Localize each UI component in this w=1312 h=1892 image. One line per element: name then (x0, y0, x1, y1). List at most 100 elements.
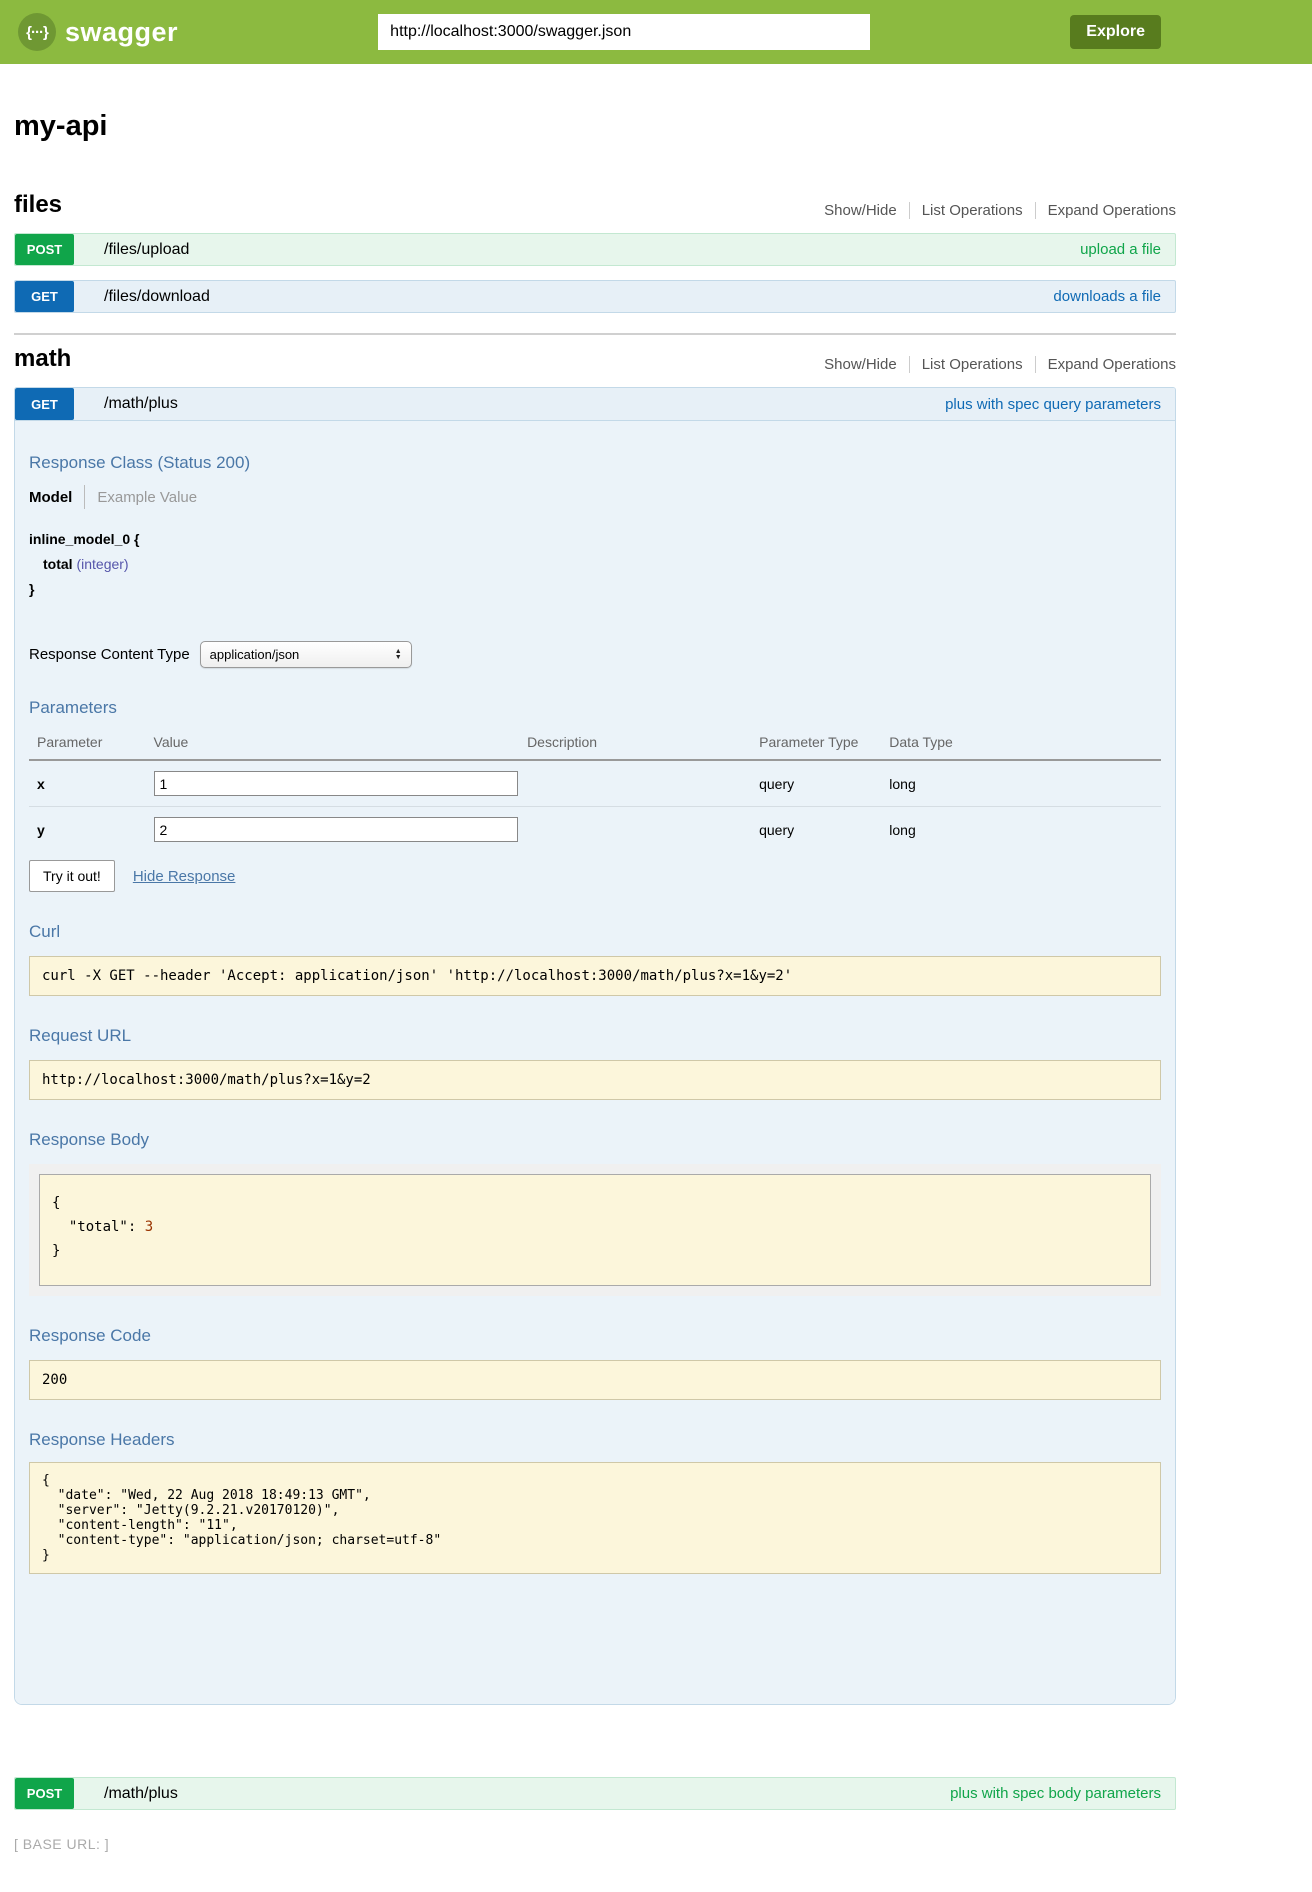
parameter-description (527, 807, 759, 849)
operation-summary-link[interactable]: upload a file (1080, 241, 1161, 258)
column-header: Data Type (889, 728, 1161, 760)
expand-operations-link[interactable]: Expand Operations (1035, 356, 1176, 373)
list-operations-link[interactable]: List Operations (909, 356, 1023, 373)
operation-detail-panel: Response Class (Status 200) Model Exampl… (15, 421, 1175, 1704)
spec-url-input[interactable] (379, 15, 869, 49)
operation-row-post-math-plus[interactable]: POST /math/plus plus with spec body para… (14, 1777, 1176, 1810)
headers-line: "date": "Wed, 22 Aug 2018 18:49:13 GMT", (42, 1488, 1148, 1503)
parameter-row-y: y query long (29, 807, 1161, 849)
curl-heading: Curl (29, 922, 1161, 942)
operation-path-link[interactable]: /files/download (104, 288, 210, 306)
resource-header-files: files Show/Hide List Operations Expand O… (14, 191, 1176, 219)
response-content-type-row: Response Content Type application/json ▲… (29, 641, 1161, 668)
base-url-footer: [ BASE URL: ] (14, 1836, 1176, 1852)
model-tabs: Model Example Value (29, 485, 1161, 509)
operation-row-post-files-upload[interactable]: POST /files/upload upload a file (14, 233, 1176, 266)
headers-line: "content-length": "11", (42, 1518, 1148, 1533)
list-operations-link[interactable]: List Operations (909, 202, 1023, 219)
resource-links-math: Show/Hide List Operations Expand Operati… (824, 356, 1176, 373)
explore-button[interactable]: Explore (1070, 15, 1161, 49)
expand-operations-link[interactable]: Expand Operations (1035, 202, 1176, 219)
parameter-data-type: long (889, 807, 1161, 849)
json-number-value: 3 (145, 1219, 153, 1235)
column-header: Parameter (29, 728, 154, 760)
request-url-heading: Request URL (29, 1026, 1161, 1046)
json-total-line: "total": 3 (52, 1215, 1138, 1239)
json-open-brace: { (52, 1191, 1138, 1215)
operation-row-get-files-download[interactable]: GET /files/download downloads a file (14, 280, 1176, 313)
parameters-header-row: Parameter Value Description Parameter Ty… (29, 728, 1161, 760)
resource-links-files: Show/Hide List Operations Expand Operati… (824, 202, 1176, 219)
operation-block-get-math-plus: GET /math/plus plus with spec query para… (14, 387, 1176, 1705)
parameters-table: Parameter Value Description Parameter Ty… (29, 728, 1161, 848)
resource-name-math: math (14, 345, 71, 373)
response-class-heading: Response Class (Status 200) (29, 453, 1161, 473)
parameters-heading: Parameters (29, 698, 1161, 718)
method-badge-get: GET (15, 388, 74, 420)
response-content-type-label: Response Content Type (29, 646, 190, 663)
response-body-outer: { "total": 3} (29, 1164, 1161, 1296)
header-bar: {···} swagger Explore (0, 0, 1312, 64)
parameter-name: x (29, 760, 154, 807)
brand-title: swagger (65, 17, 178, 48)
headers-line: } (42, 1548, 1148, 1563)
model-property-line: total (integer) (29, 556, 1161, 572)
model-close-line: } (29, 581, 1161, 597)
response-code-box: 200 (29, 1360, 1161, 1400)
curl-command-box: curl -X GET --header 'Accept: applicatio… (29, 956, 1161, 996)
tab-model[interactable]: Model (29, 489, 72, 506)
operation-path-link[interactable]: /files/upload (104, 241, 189, 259)
parameter-value-input-x[interactable] (154, 771, 518, 796)
api-title: my-api (14, 110, 1176, 143)
parameter-description (527, 760, 759, 807)
response-headers-box: { "date": "Wed, 22 Aug 2018 18:49:13 GMT… (29, 1462, 1161, 1574)
parameter-type: query (759, 807, 889, 849)
method-badge-post: POST (15, 234, 74, 265)
parameter-row-x: x query long (29, 760, 1161, 807)
response-headers-heading: Response Headers (29, 1430, 1161, 1450)
response-code-heading: Response Code (29, 1326, 1161, 1346)
column-header: Description (527, 728, 759, 760)
tab-separator (84, 485, 85, 509)
headers-line: "server": "Jetty(9.2.21.v20170120)", (42, 1503, 1148, 1518)
model-property-type: (integer) (76, 556, 128, 572)
select-arrows-icon: ▲▼ (395, 649, 402, 661)
request-url-box: http://localhost:3000/math/plus?x=1&y=2 (29, 1060, 1161, 1100)
show-hide-link[interactable]: Show/Hide (824, 202, 897, 219)
method-badge-get: GET (15, 281, 74, 312)
main-content: my-api files Show/Hide List Operations E… (14, 110, 1176, 1852)
section-divider (14, 333, 1176, 335)
hide-response-link[interactable]: Hide Response (133, 868, 236, 885)
operation-path-link[interactable]: /math/plus (104, 395, 178, 413)
operation-path-link[interactable]: /math/plus (104, 1785, 178, 1803)
show-hide-link[interactable]: Show/Hide (824, 356, 897, 373)
tab-example-value[interactable]: Example Value (97, 489, 197, 506)
headers-line: { (42, 1473, 1148, 1488)
operation-summary-link[interactable]: downloads a file (1053, 288, 1161, 305)
json-close-brace: } (52, 1239, 1138, 1263)
try-it-out-row: Try it out! Hide Response (29, 860, 1161, 892)
model-open-line: inline_model_0 { (29, 531, 1161, 547)
operation-summary-link[interactable]: plus with spec query parameters (945, 396, 1161, 413)
response-body-heading: Response Body (29, 1130, 1161, 1150)
parameter-type: query (759, 760, 889, 807)
parameter-data-type: long (889, 760, 1161, 807)
model-property-name: total (43, 556, 73, 572)
response-body-box: { "total": 3} (39, 1174, 1151, 1286)
method-badge-post: POST (15, 1778, 74, 1809)
operation-row-get-math-plus[interactable]: GET /math/plus plus with spec query para… (15, 388, 1175, 421)
response-content-type-select[interactable]: application/json ▲▼ (200, 641, 412, 668)
parameter-value-input-y[interactable] (154, 817, 518, 842)
swagger-logo[interactable]: {···} swagger (18, 13, 178, 51)
column-header: Parameter Type (759, 728, 889, 760)
resource-header-math: math Show/Hide List Operations Expand Op… (14, 345, 1176, 373)
column-header: Value (154, 728, 528, 760)
model-signature: inline_model_0 { total (integer) } (29, 531, 1161, 597)
swagger-logo-icon: {···} (18, 13, 56, 51)
parameter-name: y (29, 807, 154, 849)
operation-summary-link[interactable]: plus with spec body parameters (950, 1785, 1161, 1802)
selected-content-type: application/json (210, 647, 300, 662)
headers-line: "content-type": "application/json; chars… (42, 1533, 1148, 1548)
try-it-out-button[interactable]: Try it out! (29, 860, 115, 892)
resource-name-files: files (14, 191, 62, 219)
